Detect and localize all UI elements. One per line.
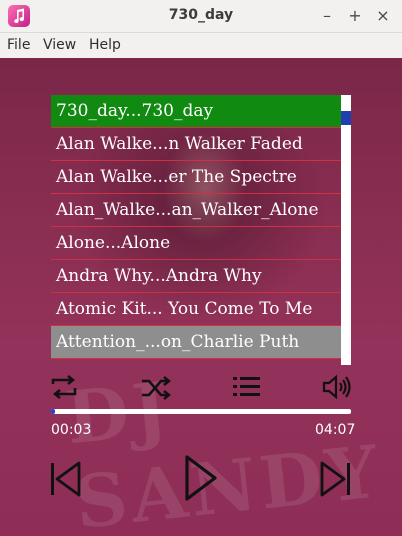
volume-icon: [322, 374, 351, 400]
playlist-item[interactable]: Atomic Kit... You Come To Me: [51, 293, 341, 326]
album-art-background: DJ SANDY: [62, 364, 386, 536]
repeat-icon: [51, 375, 77, 399]
shuffle-button[interactable]: [141, 376, 172, 404]
volume-button[interactable]: [322, 373, 352, 405]
close-icon: ×: [376, 6, 390, 25]
playlist[interactable]: 730_day...730_day Alan Walke...n Walker …: [51, 95, 341, 365]
play-icon: [185, 455, 217, 501]
total-time: 04:07: [315, 422, 356, 438]
menu-help[interactable]: Help: [89, 37, 121, 53]
scrollbar-thumb[interactable]: [341, 111, 351, 125]
close-button[interactable]: ×: [372, 5, 394, 27]
skip-next-icon: [320, 461, 350, 497]
maximize-icon: +: [348, 6, 362, 25]
menu-file[interactable]: File: [7, 37, 30, 53]
previous-button[interactable]: [49, 460, 83, 502]
minimize-button[interactable]: –: [316, 5, 338, 27]
seek-bar-fill: [51, 409, 55, 414]
playlist-item[interactable]: Alan_Walke...an_Walker_Alone: [51, 194, 341, 227]
playlist-item[interactable]: 730_day...730_day: [51, 95, 341, 128]
title-bar: 730_day – + ×: [0, 0, 402, 33]
menu-view[interactable]: View: [43, 37, 76, 53]
play-button[interactable]: [184, 454, 218, 506]
menu-bar: File View Help: [0, 33, 402, 58]
playlist-item[interactable]: Attention_...on_Charlie Puth: [51, 326, 341, 359]
window-title: 730_day: [168, 7, 234, 23]
playlist-item[interactable]: Alan Walke...er The Spectre: [51, 161, 341, 194]
seek-bar[interactable]: [51, 409, 351, 414]
playlist-item[interactable]: Andra Why...Andra Why: [51, 260, 341, 293]
playlist-item[interactable]: Alone...Alone: [51, 227, 341, 260]
maximize-button[interactable]: +: [344, 5, 366, 27]
elapsed-time: 00:03: [51, 422, 92, 438]
playlist-button[interactable]: [232, 374, 262, 404]
playlist-scrollbar[interactable]: [341, 95, 351, 365]
next-button[interactable]: [320, 460, 354, 502]
list-icon: [233, 377, 260, 396]
playlist-item[interactable]: Alan Walke...n Walker Faded: [51, 128, 341, 161]
repeat-button[interactable]: [50, 374, 78, 404]
minimize-icon: –: [323, 6, 331, 25]
shuffle-icon: [142, 376, 172, 400]
player-panel: DJ SANDY 730_day...730_day Alan Walke...…: [0, 58, 402, 536]
skip-previous-icon: [51, 461, 81, 497]
